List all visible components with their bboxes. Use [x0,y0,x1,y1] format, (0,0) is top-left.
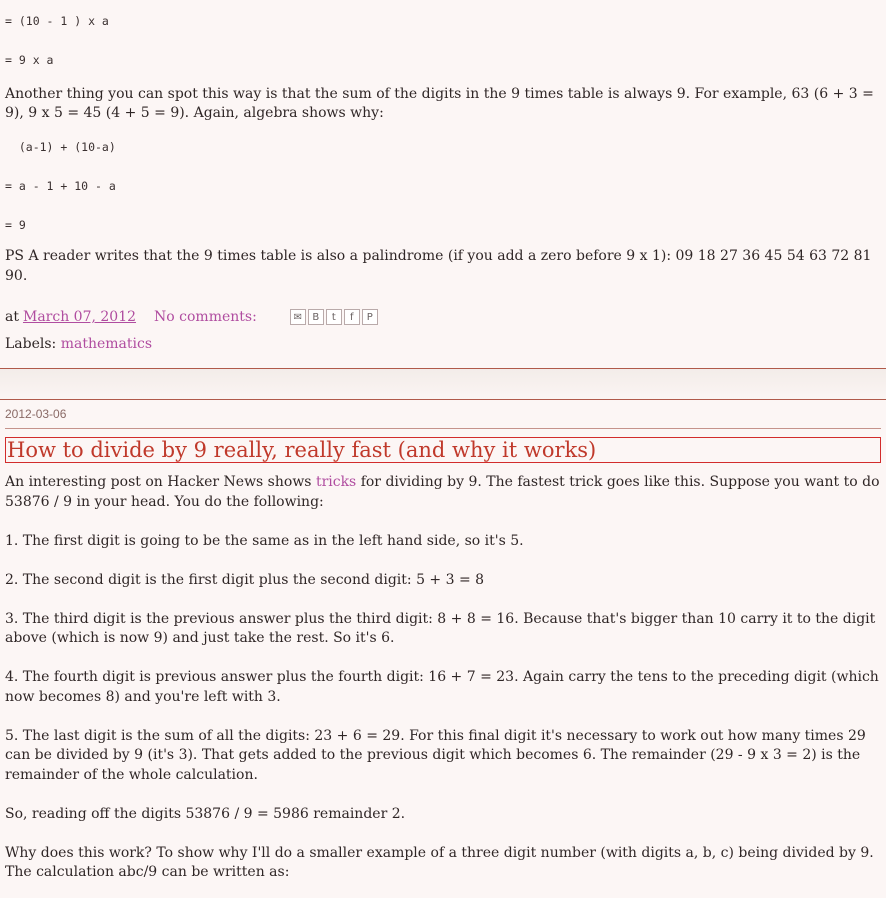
tricks-link[interactable]: tricks [316,474,356,490]
post-title[interactable]: How to divide by 9 really, really fast (… [5,437,881,463]
label-link[interactable]: mathematics [61,336,152,352]
post-footer: at March 07, 2012 No comments: ✉ B t f P [5,306,881,328]
pinterest-icon[interactable]: P [361,309,378,325]
blogthis-icon[interactable]: B [307,309,324,325]
result-paragraph: So, reading off the digits 53876 / 9 = 5… [5,805,406,822]
labels-prefix: Labels: [5,336,57,352]
ps-paragraph: PS A reader writes that the 9 times tabl… [5,248,872,284]
comments-link[interactable]: No comments: [154,309,257,325]
code-line: = a - 1 + 10 - a [5,178,116,193]
step-paragraph: 1. The first digit is going to be the sa… [5,532,524,549]
previous-post-tail: = (10 - 1 ) x a = 9 x a Another thing yo… [0,12,886,354]
twitter-icon[interactable]: t [325,309,342,325]
step-paragraph: 2. The second digit is the first digit p… [5,571,485,588]
code-line: = 9 x a [5,53,54,67]
code-line: = 9 [5,217,26,232]
why-paragraph: Why does this work? To show why I'll do … [5,844,874,881]
footer-at: at [5,309,19,325]
paragraph: Another thing you can spot this way is t… [5,85,874,122]
step-paragraph: 5. The last digit is the sum of all the … [5,727,866,783]
intro-paragraph: An interesting post on Hacker News shows… [5,473,881,512]
post-separator [0,368,886,400]
facebook-icon[interactable]: f [343,309,360,325]
step-paragraph: 3. The third digit is the previous answe… [5,610,876,647]
intro-text: An interesting post on Hacker News shows [5,474,316,490]
share-buttons: ✉ B t f P [289,309,380,325]
code-line: = (10 - 1 ) x a [5,14,109,28]
email-icon[interactable]: ✉ [289,309,306,325]
blog-post: 2012-03-06 How to divide by 9 really, re… [0,400,886,883]
step-paragraph: 4. The fourth digit is previous answer p… [5,669,879,705]
code-line: (a-1) + (10-a) [5,139,116,154]
post-labels: Labels: mathematics [5,334,881,354]
post-date-header: 2012-03-06 [5,400,881,429]
post-date-link[interactable]: March 07, 2012 [23,309,136,325]
